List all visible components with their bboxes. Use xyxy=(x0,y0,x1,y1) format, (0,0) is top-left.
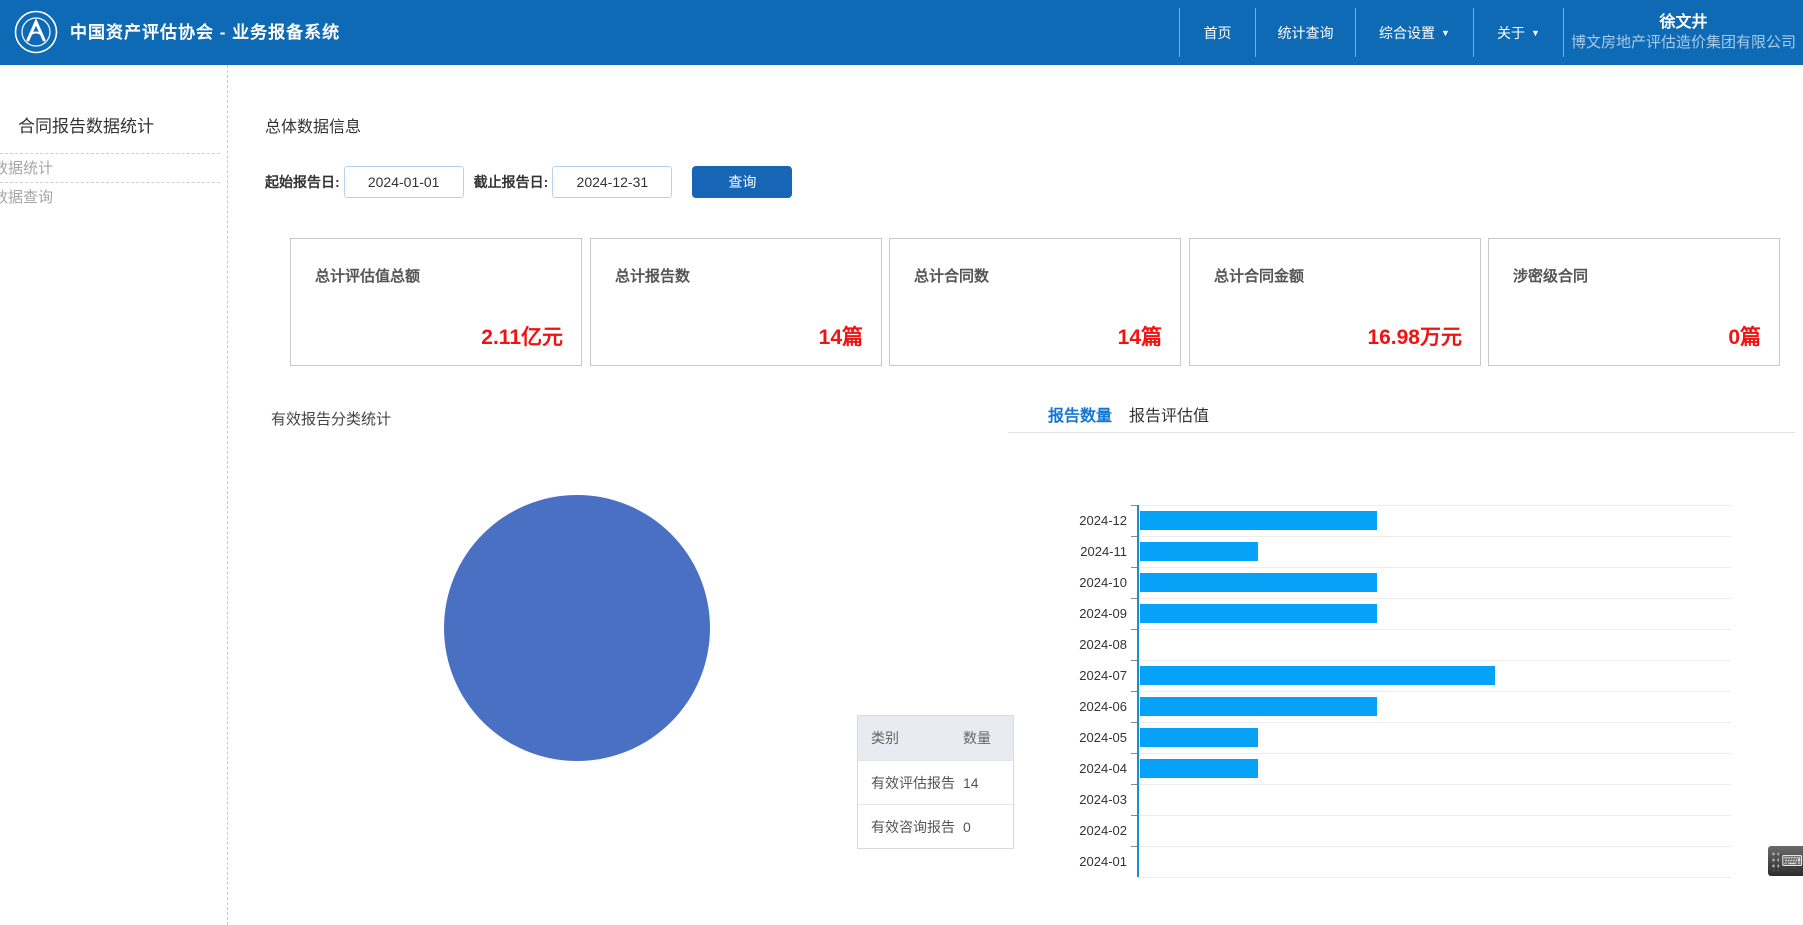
pie-legend-table: 类别 数量 有效评估报告 14 有效咨询报告 0 xyxy=(857,715,1014,849)
bar-row: 2024-09 xyxy=(1060,598,1791,629)
stat-card-total-appraised-value: 总计评估值总额 2.11亿元 xyxy=(290,238,582,366)
bar-row-label: 2024-02 xyxy=(1079,823,1127,838)
main-nav: 首页 统计查询 综合设置 ▼ 关于 ▼ 徐文井 博文房地产评估造价集团有限公司 xyxy=(1179,0,1803,65)
bar-row: 2024-07 xyxy=(1060,660,1791,691)
bar-row: 2024-12 xyxy=(1060,505,1791,536)
header-bar: 中国资产评估协会 - 业务报备系统 首页 统计查询 综合设置 ▼ 关于 ▼ 徐文… xyxy=(0,0,1803,65)
gridline xyxy=(1137,846,1731,847)
bar-row-label: 2024-08 xyxy=(1079,637,1127,652)
bar-row-label: 2024-12 xyxy=(1079,513,1127,528)
sidebar-title: 合同报告数据统计 xyxy=(18,117,154,136)
bar xyxy=(1140,759,1258,778)
bar-row-label: 2024-05 xyxy=(1079,730,1127,745)
bar-row-label: 2024-06 xyxy=(1079,699,1127,714)
stat-value: 16.98万元 xyxy=(1367,326,1462,349)
app-title: 中国资产评估协会 - 业务报备系统 xyxy=(70,23,341,42)
legend-header-row: 类别 数量 xyxy=(858,716,1013,760)
bar-row: 2024-03 xyxy=(1060,784,1791,815)
bar-row-label: 2024-11 xyxy=(1080,544,1127,559)
bar-row-label: 2024-09 xyxy=(1079,606,1127,621)
chevron-down-icon: ▼ xyxy=(1531,27,1540,38)
bar-row: 2024-02 xyxy=(1060,815,1791,846)
gridline xyxy=(1137,784,1731,785)
bar-row: 2024-04 xyxy=(1060,753,1791,784)
bar-row: 2024-08 xyxy=(1060,629,1791,660)
bar xyxy=(1140,511,1377,530)
bar xyxy=(1140,604,1377,623)
gridline xyxy=(1137,505,1731,506)
nav-item-settings[interactable]: 综合设置 ▼ xyxy=(1355,8,1473,57)
stat-card-total-contract-amount: 总计合同金额 16.98万元 xyxy=(1189,238,1481,366)
sidebar-list: 数据统计 数据查询 xyxy=(0,153,227,211)
gridline xyxy=(1137,567,1731,568)
page-title: 总体数据信息 xyxy=(265,119,362,136)
pie-chart-title: 有效报告分类统计 xyxy=(271,411,392,428)
bar-row-label: 2024-10 xyxy=(1079,575,1127,590)
query-button[interactable]: 查询 xyxy=(692,166,793,198)
bar-row: 2024-01 xyxy=(1060,846,1791,877)
query-row: 起始报告日: 截止报告日: 查询 xyxy=(265,166,793,198)
bar-chart-rows: 2024-12 2024-11 2024-10 2024-09 2024-08 … xyxy=(1060,505,1791,877)
start-date-label: 起始报告日: xyxy=(265,174,340,190)
pie-chart-slice xyxy=(444,495,710,761)
sidebar-item-data-query[interactable]: 数据查询 xyxy=(0,182,220,211)
user-company: 博文房地产评估造价集团有限公司 xyxy=(1570,34,1796,51)
tab-report-value[interactable]: 报告评估值 xyxy=(1129,402,1209,434)
legend-row-valid-appraisal: 有效评估报告 14 xyxy=(858,760,1013,804)
gridline xyxy=(1137,753,1731,754)
legend-row-valid-consulting: 有效咨询报告 0 xyxy=(858,804,1013,848)
gridline xyxy=(1137,691,1731,692)
gridline xyxy=(1137,536,1731,537)
stat-card-classified-contracts: 涉密级合同 0篇 xyxy=(1488,238,1780,366)
bar xyxy=(1140,573,1377,592)
bar-row-label: 2024-01 xyxy=(1079,854,1127,869)
chart-tabs: 报告数量 报告评估值 xyxy=(1048,402,1226,434)
stat-card-total-contracts: 总计合同数 14篇 xyxy=(889,238,1181,366)
association-logo-icon xyxy=(14,10,58,54)
bar-row: 2024-10 xyxy=(1060,567,1791,598)
gridline xyxy=(1137,629,1731,630)
sidebar-item-data-stats[interactable]: 数据统计 xyxy=(0,153,220,182)
bar-row-label: 2024-03 xyxy=(1079,792,1127,807)
tabs-divider xyxy=(1008,432,1795,433)
drag-handle-dots-icon xyxy=(1771,851,1780,871)
ime-toolbar[interactable]: ⌨ xyxy=(1768,846,1803,876)
stat-card-total-reports: 总计报告数 14篇 xyxy=(590,238,882,366)
chevron-down-icon: ▼ xyxy=(1441,27,1450,38)
bar-chart-bottom-gridline xyxy=(1137,877,1731,878)
bar-row: 2024-06 xyxy=(1060,691,1791,722)
user-menu[interactable]: 徐文井 博文房地产评估造价集团有限公司 xyxy=(1563,8,1803,57)
sidebar: 合同报告数据统计 数据统计 数据查询 xyxy=(0,65,228,925)
bar-chart: 2024-12 2024-11 2024-10 2024-09 2024-08 … xyxy=(1060,505,1791,878)
bar xyxy=(1140,542,1258,561)
bar-row: 2024-05 xyxy=(1060,722,1791,753)
bar xyxy=(1140,697,1377,716)
bar xyxy=(1140,728,1258,747)
end-date-label: 截止报告日: xyxy=(473,174,549,190)
user-name: 徐文井 xyxy=(1659,14,1708,31)
bar-row-label: 2024-04 xyxy=(1079,761,1127,776)
bar-row-label: 2024-07 xyxy=(1079,668,1127,683)
stat-value: 14篇 xyxy=(818,326,863,349)
start-date-input[interactable] xyxy=(343,166,464,198)
keyboard-icon: ⌨ xyxy=(1781,852,1803,870)
gridline xyxy=(1137,815,1731,816)
bar-chart-y-axis xyxy=(1137,505,1139,877)
nav-item-about[interactable]: 关于 ▼ xyxy=(1473,8,1563,57)
gridline xyxy=(1137,722,1731,723)
tab-report-count[interactable]: 报告数量 xyxy=(1048,402,1112,434)
nav-item-home[interactable]: 首页 xyxy=(1179,8,1255,57)
gridline xyxy=(1137,598,1731,599)
end-date-input[interactable] xyxy=(552,166,673,198)
bar-row: 2024-11 xyxy=(1060,536,1791,567)
stat-value: 14篇 xyxy=(1117,326,1162,349)
stat-value: 0篇 xyxy=(1728,326,1761,349)
gridline xyxy=(1137,660,1731,661)
bar xyxy=(1140,666,1495,685)
stat-value: 2.11亿元 xyxy=(481,326,563,349)
nav-item-stats-query[interactable]: 统计查询 xyxy=(1255,8,1355,57)
